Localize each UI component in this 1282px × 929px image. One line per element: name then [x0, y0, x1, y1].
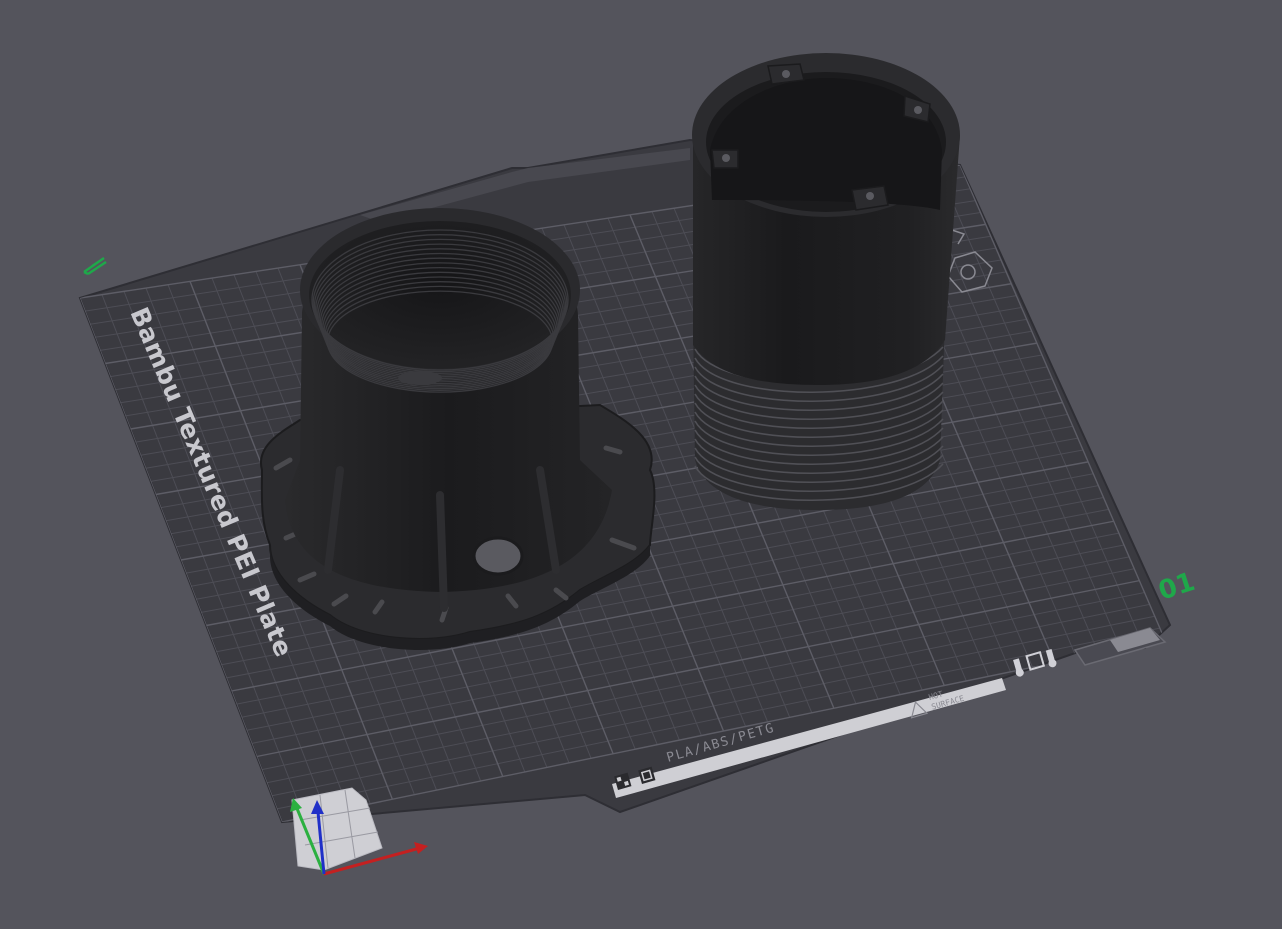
- plate-number-group[interactable]: 01: [1155, 567, 1199, 607]
- object-threaded-tube[interactable]: [692, 53, 960, 510]
- pencil-edit-icon[interactable]: [83, 256, 107, 276]
- plate-number-label[interactable]: 01: [1155, 567, 1199, 607]
- side-port-hole: [472, 536, 524, 576]
- base-top-inner: [309, 221, 571, 369]
- base-inner-floor: [398, 371, 442, 385]
- 3d-viewport[interactable]: Bambu Textured PEI Plate 01 PLA/ABS/PETG…: [0, 0, 1282, 929]
- x-axis-arrow: [414, 842, 428, 854]
